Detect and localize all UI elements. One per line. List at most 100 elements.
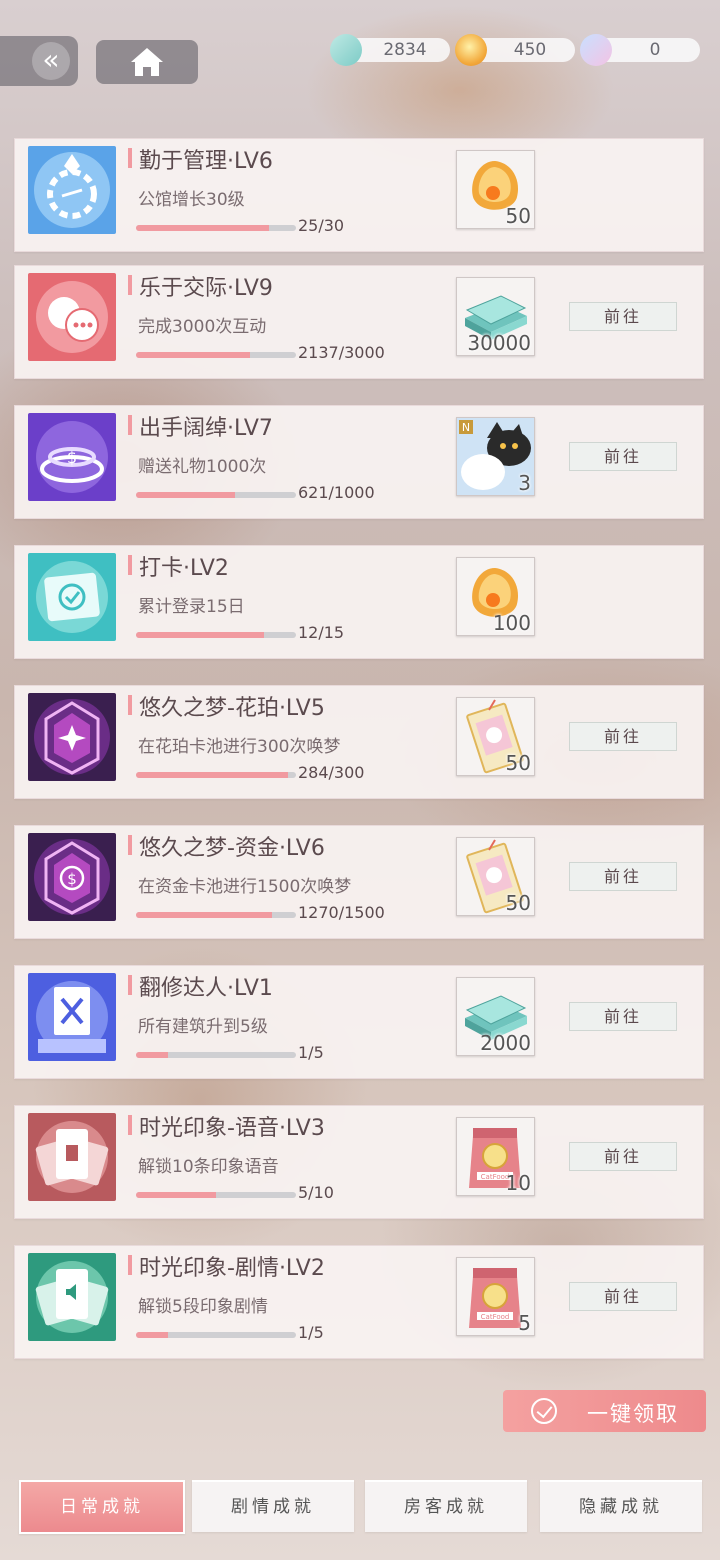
progress-text: 5/10 [298, 1183, 334, 1202]
tab-daily[interactable]: 日常成就 [19, 1480, 185, 1534]
achievement-desc: 解锁5段印象剧情 [138, 1297, 268, 1317]
achievement-desc: 完成3000次互动 [138, 317, 267, 337]
title-accent [128, 835, 132, 855]
progress-text: 1/5 [298, 1323, 324, 1342]
progress-bar [136, 632, 296, 638]
progress-text: 621/1000 [298, 483, 375, 502]
achievement-desc: 累计登录15日 [138, 597, 245, 617]
title-accent [128, 148, 132, 168]
progress-bar [136, 1332, 296, 1338]
achievement-card: 勤于管理·LV6 公馆增长30级 25/30 50 [14, 138, 704, 252]
check-circle-icon [531, 1398, 557, 1424]
goto-button[interactable]: 前往 [569, 1002, 677, 1031]
goto-button[interactable]: 前往 [569, 1282, 677, 1311]
svg-text:N: N [462, 421, 470, 434]
crystal-feather-icon [580, 34, 612, 66]
achievement-title: 乐于交际·LV9 [139, 276, 273, 301]
claim-all-button[interactable]: 一键领取 [503, 1390, 706, 1432]
progress-fill [136, 912, 272, 918]
achievement-title: 翻修达人·LV1 [139, 976, 273, 1001]
achievement-desc: 在花珀卡池进行300次唤梦 [138, 737, 341, 757]
dream-crest-icon [28, 693, 116, 781]
gift-ring-icon: $ [28, 413, 116, 501]
house-icon [131, 48, 163, 76]
progress-text: 284/300 [298, 763, 365, 782]
svg-text:$: $ [67, 870, 77, 888]
progress-bar [136, 1052, 296, 1058]
reward-item[interactable]: CatFood 10 [456, 1117, 535, 1196]
progress-fill [136, 1192, 216, 1198]
reward-item[interactable]: N 3 [456, 417, 535, 496]
reward-count: 3 [518, 471, 531, 495]
progress-bar [136, 225, 296, 231]
progress-bar [136, 1192, 296, 1198]
achievement-card: 时光印象-语音·LV3 解锁10条印象语音 5/10 CatFood 10 前往 [14, 1105, 704, 1219]
svg-text:CatFood: CatFood [481, 1313, 510, 1321]
progress-bar [136, 492, 296, 498]
achievement-title: 悠久之梦-花珀·LV5 [139, 696, 325, 721]
goto-button[interactable]: 前往 [569, 442, 677, 471]
reward-count: 50 [505, 751, 531, 775]
chat-bubbles-icon [28, 273, 116, 361]
achievement-card: 悠久之梦-花珀·LV5 在花珀卡池进行300次唤梦 284/300 50 前往 [14, 685, 704, 799]
achievement-card: 时光印象-剧情·LV2 解锁5段印象剧情 1/5 CatFood 5 前往 [14, 1245, 704, 1359]
title-accent [128, 415, 132, 435]
tools-icon [28, 973, 116, 1061]
achievement-desc: 公馆增长30级 [138, 190, 245, 210]
reward-item[interactable]: 2000 [456, 977, 535, 1056]
achievement-desc: 赠送礼物1000次 [138, 457, 267, 477]
progress-text: 1/5 [298, 1043, 324, 1062]
title-accent [128, 975, 132, 995]
story-cards-icon [28, 1253, 116, 1341]
achievement-card: 乐于交际·LV9 完成3000次互动 2137/3000 30000 前往 [14, 265, 704, 379]
achievement-title: 勤于管理·LV6 [139, 149, 273, 174]
cash-stack-icon [330, 34, 362, 66]
progress-fill [136, 772, 288, 778]
achievement-card: $ 出手阔绰·LV7 赠送礼物1000次 621/1000 N 3 前往 [14, 405, 704, 519]
achievement-title: 时光印象-剧情·LV2 [139, 1256, 325, 1281]
achievement-title: 打卡·LV2 [139, 556, 229, 581]
progress-text: 25/30 [298, 216, 345, 235]
goto-button[interactable]: 前往 [569, 1142, 677, 1171]
reward-count: 5 [518, 1311, 531, 1335]
reward-item[interactable]: 50 [456, 837, 535, 916]
reward-item[interactable]: 100 [456, 557, 535, 636]
progress-fill [136, 632, 264, 638]
achievement-desc: 所有建筑升到5级 [138, 1017, 268, 1037]
goto-button[interactable]: 前往 [569, 302, 677, 331]
achievement-title: 出手阔绰·LV7 [139, 416, 273, 441]
achievement-card: $ 悠久之梦-资金·LV6 在资金卡池进行1500次唤梦 1270/1500 5… [14, 825, 704, 939]
tab-hidden[interactable]: 隐藏成就 [540, 1480, 702, 1532]
progress-fill [136, 1052, 168, 1058]
currency-amber: 450 [455, 34, 575, 66]
reward-count: 100 [492, 611, 531, 635]
back-button[interactable]: « [0, 36, 78, 86]
reward-count: 50 [505, 204, 531, 228]
reward-count: 30000 [467, 331, 531, 355]
svg-text:$: $ [67, 448, 77, 467]
achievement-card: 打卡·LV2 累计登录15日 12/15 100 [14, 545, 704, 659]
achievement-desc: 解锁10条印象语音 [138, 1157, 279, 1177]
reward-item[interactable]: 50 [456, 150, 535, 229]
tab-tenant[interactable]: 房客成就 [365, 1480, 527, 1532]
title-accent [128, 1255, 132, 1275]
title-accent [128, 275, 132, 295]
reward-item[interactable]: 30000 [456, 277, 535, 356]
currency-crystal: 0 [580, 34, 700, 66]
title-accent [128, 695, 132, 715]
reward-item[interactable]: 50 [456, 697, 535, 776]
currency-cash: 2834 [330, 34, 450, 66]
progress-bar [136, 352, 296, 358]
goto-button[interactable]: 前往 [569, 862, 677, 891]
achievement-desc: 在资金卡池进行1500次唤梦 [138, 877, 352, 897]
achievement-card: 翻修达人·LV1 所有建筑升到5级 1/5 2000 前往 [14, 965, 704, 1079]
progress-fill [136, 352, 250, 358]
goto-button[interactable]: 前往 [569, 722, 677, 751]
gear-icon [28, 146, 116, 234]
claim-all-label: 一键领取 [587, 1402, 679, 1426]
progress-text: 2137/3000 [298, 343, 385, 362]
tab-story[interactable]: 剧情成就 [192, 1480, 354, 1532]
home-button[interactable] [96, 40, 198, 84]
reward-item[interactable]: CatFood 5 [456, 1257, 535, 1336]
progress-text: 12/15 [298, 623, 345, 642]
